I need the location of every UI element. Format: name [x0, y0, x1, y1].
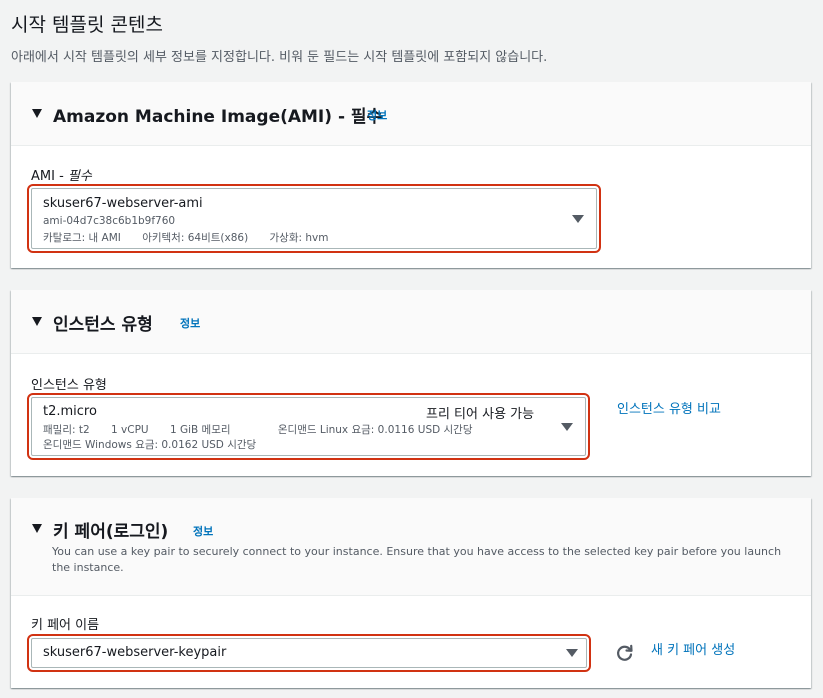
instance-selected: t2.micro	[43, 404, 97, 419]
page-description: 아래에서 시작 템플릿의 세부 정보를 지정합니다. 비워 둔 필드는 시작 템…	[11, 50, 548, 65]
keypair-description: You can use a key pair to securely conne…	[52, 545, 782, 574]
keypair-panel-title: 키 페어(로그인)	[53, 522, 169, 542]
instance-windows-price: 온디맨드 Windows 요금: 0.0162 USD 시간당	[43, 439, 257, 451]
instance-details: 패밀리: t2 1 vCPU 1 GiB 메모리 온디맨드 Linux 요금: …	[43, 422, 491, 437]
keypair-select[interactable]: skuser67-webserver-keypair	[27, 634, 591, 672]
keypair-panel-header[interactable]: 키 페어(로그인) 정보 You can use a key pair to s…	[11, 498, 811, 596]
ami-selected-name: skuser67-webserver-ami	[43, 196, 203, 211]
ami-panel: Amazon Machine Image(AMI) - 필수 정보 AMI - …	[11, 82, 811, 268]
keypair-panel: 키 페어(로그인) 정보 You can use a key pair to s…	[11, 498, 811, 688]
dropdown-arrow-icon	[572, 215, 584, 223]
dropdown-arrow-icon	[561, 423, 573, 431]
ami-info-link[interactable]: 정보	[367, 107, 387, 123]
caret-down-icon[interactable]	[32, 524, 42, 533]
keypair-info-link[interactable]: 정보	[193, 523, 213, 539]
ami-details: 카탈로그: 내 AMI 아키텍처: 64비트(x86) 가상화: hvm	[43, 230, 346, 245]
free-tier-label: 프리 티어 사용 가능	[426, 407, 535, 422]
instance-info-link[interactable]: 정보	[180, 315, 200, 331]
ami-label-text: AMI -	[31, 169, 68, 184]
instance-memory: 1 GiB 메모리	[169, 424, 231, 436]
ami-field-label: AMI - 필수	[31, 165, 92, 184]
instance-type-panel: 인스턴스 유형 정보 인스턴스 유형 t2.micro 프리 티어 사용 가능 …	[11, 290, 811, 476]
caret-down-icon[interactable]	[32, 109, 42, 118]
ami-catalog: 카탈로그: 내 AMI	[43, 232, 121, 244]
instance-type-select[interactable]: t2.micro 프리 티어 사용 가능 패밀리: t2 1 vCPU 1 Gi…	[27, 393, 590, 460]
dropdown-arrow-icon	[566, 649, 578, 657]
ami-selected-id: ami-04d7c38c6b1b9f760	[43, 215, 176, 227]
instance-panel-title: 인스턴스 유형	[53, 315, 153, 335]
ami-panel-header[interactable]: Amazon Machine Image(AMI) - 필수 정보	[11, 82, 811, 146]
create-keypair-link[interactable]: 새 키 페어 생성	[651, 639, 735, 658]
page-title: 시작 템플릿 콘텐츠	[11, 14, 163, 36]
keypair-field-label: 키 페어 이름	[31, 618, 100, 633]
ami-select[interactable]: skuser67-webserver-ami ami-04d7c38c6b1b9…	[27, 184, 601, 253]
instance-family: 패밀리: t2	[43, 424, 90, 436]
ami-architecture: 아키텍처: 64비트(x86)	[142, 232, 249, 244]
compare-instance-types-link[interactable]: 인스턴스 유형 비교	[617, 398, 721, 417]
ami-panel-title: Amazon Machine Image(AMI) - 필수	[53, 107, 383, 127]
ami-virtualization: 가상화: hvm	[269, 232, 329, 244]
keypair-selected: skuser67-webserver-keypair	[43, 645, 227, 660]
ami-label-hint: 필수	[67, 169, 92, 184]
caret-down-icon[interactable]	[32, 317, 42, 326]
instance-panel-header[interactable]: 인스턴스 유형 정보	[11, 290, 811, 354]
instance-linux-price: 온디맨드 Linux 요금: 0.0116 USD 시간당	[277, 424, 473, 436]
instance-vcpu: 1 vCPU	[111, 424, 149, 436]
instance-field-label: 인스턴스 유형	[31, 378, 107, 393]
refresh-icon[interactable]	[615, 643, 635, 663]
